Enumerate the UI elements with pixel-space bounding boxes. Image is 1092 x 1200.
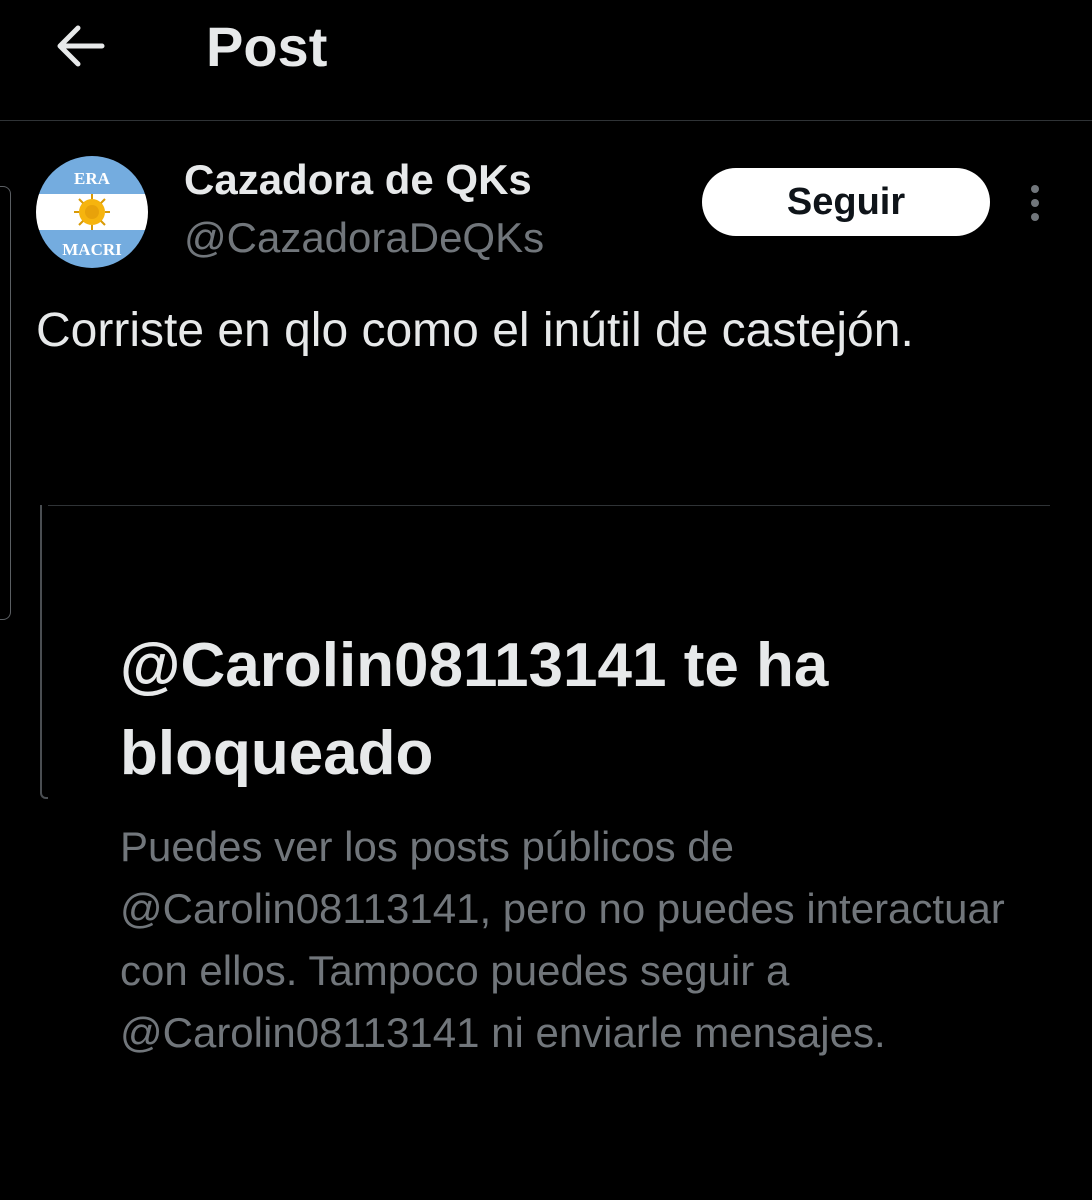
- top-bar: Post: [0, 0, 1092, 121]
- post-text: Corriste en qlo como el inútil de castej…: [36, 304, 914, 357]
- avatar-text-bottom: MACRI: [62, 240, 122, 259]
- follow-button[interactable]: Seguir: [702, 168, 990, 236]
- blocked-description: Puedes ver los posts públicos de @Caroli…: [120, 823, 1005, 1056]
- avatar[interactable]: ERA MACRI: [36, 156, 148, 268]
- quote-border: [40, 505, 48, 799]
- avatar-text-top: ERA: [74, 169, 111, 188]
- blocked-title: @Carolin08113141 te ha bloqueado: [120, 631, 829, 788]
- argentina-flag-avatar-image: ERA MACRI: [36, 156, 148, 268]
- sun-icon: [74, 194, 110, 230]
- more-options-button[interactable]: [1018, 178, 1052, 228]
- more-vertical-icon: [1031, 185, 1039, 221]
- author-handle[interactable]: @CazadoraDeQKs: [184, 210, 544, 266]
- scroll-edge-indicator: [0, 186, 11, 620]
- page-title: Post: [206, 15, 328, 78]
- quote-divider: [48, 505, 1050, 506]
- author-name[interactable]: Cazadora de QKs: [184, 152, 532, 208]
- back-button[interactable]: [48, 18, 112, 74]
- arrow-left-icon: [57, 25, 105, 67]
